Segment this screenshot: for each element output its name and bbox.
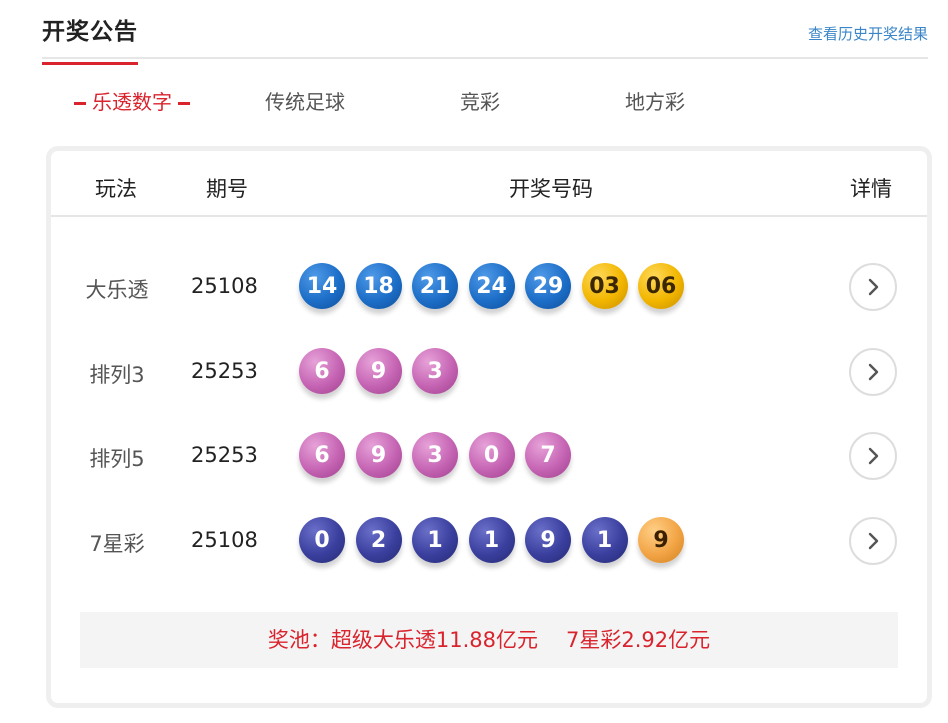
play-name: 排列5 (89, 447, 145, 471)
number-ball: 1 (468, 517, 515, 563)
results-card: 玩法 期号 开奖号码 详情 大乐透 25108 14 18 21 24 29 03 06 排列3 2… (46, 146, 932, 708)
number-ball: 0 (299, 517, 345, 563)
number-ball: 9 (355, 432, 402, 478)
tab-label: 地方彩 (625, 90, 685, 114)
table-row: 排列3 25253 6 9 3 (51, 343, 927, 403)
tab-label: 乐透数字 (92, 90, 172, 114)
detail-button[interactable] (849, 263, 897, 311)
number-ball: 0 (468, 432, 515, 478)
number-ball: 1 (412, 517, 458, 563)
chevron-right-icon (868, 447, 879, 465)
table-row: 排列5 25253 6 9 3 0 7 (51, 427, 927, 487)
history-results-link[interactable]: 查看历史开奖结果 (808, 23, 928, 44)
lottery-announcement-page: 开奖公告 查看历史开奖结果 乐透数字 传统足球 竞彩 地方彩 玩法 期号 开奖号… (0, 0, 948, 723)
play-name: 大乐透 (85, 278, 149, 302)
header: 开奖公告 查看历史开奖结果 (42, 0, 928, 65)
tab-label: 竞彩 (460, 90, 500, 114)
column-header-numbers: 开奖号码 (509, 177, 593, 201)
pool-daletou: 奖池：超级大乐透11.88亿元 (267, 628, 538, 652)
number-ball: 7 (525, 432, 571, 478)
column-header-detail: 详情 (850, 177, 892, 201)
issue-number: 25253 (191, 443, 258, 467)
active-tab-dash-right (178, 102, 190, 105)
play-name: 7星彩 (89, 532, 145, 556)
number-ball: 9 (525, 517, 571, 563)
tab-lotto-digits[interactable]: 乐透数字 (68, 86, 196, 115)
pool-qixingcai: 7星彩2.92亿元 (566, 628, 711, 652)
table-row: 大乐透 25108 14 18 21 24 29 03 06 (51, 258, 927, 318)
number-ball: 3 (412, 348, 458, 394)
active-tab-dash-left (74, 102, 86, 105)
play-name: 排列3 (89, 363, 145, 387)
tab-local-lottery[interactable]: 地方彩 (625, 86, 685, 115)
chevron-right-icon (868, 278, 879, 296)
issue-number: 25108 (191, 528, 258, 552)
issue-number: 25253 (191, 359, 258, 383)
chevron-right-icon (868, 363, 879, 381)
number-ball: 03 (581, 263, 628, 309)
number-ball: 24 (468, 263, 515, 309)
number-ball: 1 (581, 517, 628, 563)
jackpot-pool-bar: 奖池：超级大乐透11.88亿元 7星彩2.92亿元 (80, 612, 898, 668)
number-ball: 2 (355, 517, 402, 563)
page-title: 开奖公告 (42, 12, 138, 65)
detail-button[interactable] (849, 348, 897, 396)
tab-label: 传统足球 (265, 90, 345, 114)
number-ball: 9 (355, 348, 402, 394)
tab-jingcai[interactable]: 竞彩 (460, 86, 500, 115)
tab-traditional-football[interactable]: 传统足球 (265, 86, 345, 115)
number-ball: 9 (638, 517, 684, 563)
detail-button[interactable] (849, 432, 897, 480)
number-ball: 29 (525, 263, 571, 309)
number-ball: 6 (299, 348, 345, 394)
lottery-category-tabs: 乐透数字 传统足球 竞彩 地方彩 (42, 80, 928, 120)
number-ball: 06 (638, 263, 684, 309)
chevron-right-icon (868, 532, 879, 550)
detail-button[interactable] (849, 517, 897, 565)
number-ball: 6 (299, 432, 345, 478)
table-row: 7星彩 25108 0 2 1 1 9 1 9 (51, 512, 927, 572)
number-ball: 18 (355, 263, 402, 309)
table-header: 玩法 期号 开奖号码 详情 (51, 151, 927, 217)
number-ball: 21 (412, 263, 458, 309)
number-ball: 14 (299, 263, 345, 309)
column-header-play: 玩法 (95, 177, 137, 201)
column-header-issue: 期号 (206, 177, 248, 201)
issue-number: 25108 (191, 274, 258, 298)
number-ball: 3 (412, 432, 458, 478)
